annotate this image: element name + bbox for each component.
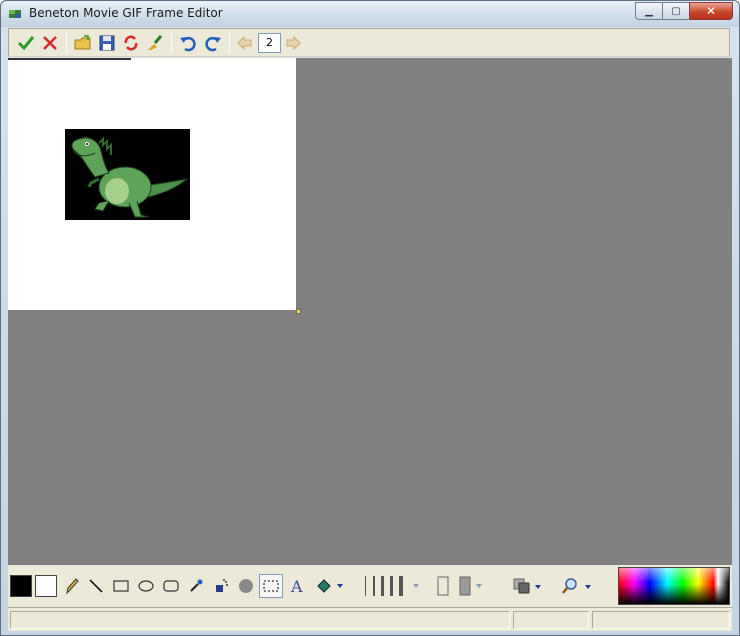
- prev-arrow-icon: [237, 35, 252, 51]
- canvas-top-line: [8, 58, 131, 60]
- status-panel-tertiary: [592, 611, 730, 629]
- layers-icon: [513, 578, 541, 594]
- rounded-rect-icon: [163, 580, 179, 592]
- fill-style-icon: [437, 576, 482, 596]
- zoom-dropdown[interactable]: [561, 574, 595, 598]
- clear-brush-icon: [148, 35, 163, 50]
- palette-overlay: [619, 568, 729, 604]
- accept-button[interactable]: [15, 33, 37, 53]
- canvas-resize-handle[interactable]: [296, 309, 301, 314]
- dinosaur-image: [71, 136, 189, 218]
- status-bar: [8, 607, 732, 631]
- maximize-icon: ▢: [671, 5, 681, 17]
- undo-button[interactable]: [177, 33, 199, 53]
- editor-window: Beneton Movie GIF Frame Editor ▁ ▢ ✕ 2 A: [0, 0, 740, 636]
- layers-dropdown[interactable]: [511, 574, 545, 598]
- rectangle-tool[interactable]: [110, 574, 132, 598]
- spray-icon: [216, 579, 228, 592]
- cancel-button[interactable]: [39, 33, 61, 53]
- line-icon: [89, 579, 103, 593]
- text-tool[interactable]: A: [286, 574, 308, 598]
- rectangle-icon: [113, 580, 129, 592]
- spray-tool[interactable]: [210, 574, 232, 598]
- window-controls: ▁ ▢ ✕: [635, 2, 733, 20]
- brush-tool[interactable]: [235, 574, 257, 598]
- reload-button[interactable]: [120, 33, 142, 53]
- pencil-icon: [66, 578, 79, 595]
- zoom-icon: [562, 578, 591, 594]
- close-icon: ✕: [705, 4, 717, 18]
- drawing-canvas[interactable]: [8, 58, 296, 310]
- toolbar-separator: [171, 33, 172, 53]
- fill-bucket-icon: [317, 579, 343, 593]
- redo-icon: [205, 36, 221, 52]
- window-title: Beneton Movie GIF Frame Editor: [29, 6, 223, 20]
- previous-frame-button[interactable]: [234, 33, 256, 53]
- line-width-dropdown[interactable]: [363, 574, 425, 598]
- status-panel-secondary: [513, 611, 589, 629]
- toolbar-separator: [66, 33, 67, 53]
- eyedropper-tool[interactable]: [186, 574, 206, 598]
- next-frame-button[interactable]: [282, 33, 304, 53]
- frame-number-field[interactable]: 2: [258, 33, 281, 53]
- open-folder-icon: [74, 35, 91, 50]
- line-width-icon: [365, 576, 419, 596]
- maximize-button[interactable]: ▢: [662, 2, 689, 20]
- save-icon: [99, 35, 115, 51]
- close-button[interactable]: ✕: [689, 2, 733, 20]
- cancel-icon: [43, 36, 57, 50]
- undo-icon: [180, 36, 196, 52]
- rounded-rectangle-tool[interactable]: [160, 574, 182, 598]
- circle-brush-icon: [239, 579, 253, 593]
- ellipse-tool[interactable]: [135, 574, 157, 598]
- fill-tool-dropdown[interactable]: [312, 574, 348, 598]
- ellipse-icon: [138, 580, 154, 592]
- svg-text:A: A: [290, 577, 303, 595]
- canvas-area[interactable]: [8, 58, 732, 565]
- fill-style-dropdown[interactable]: [436, 574, 488, 598]
- drawing-toolbar: A: [8, 565, 732, 607]
- open-button[interactable]: [72, 33, 94, 53]
- check-icon: [17, 36, 35, 51]
- pencil-tool[interactable]: [62, 574, 82, 598]
- next-arrow-icon: [286, 35, 301, 51]
- app-icon: [9, 10, 21, 18]
- minimize-button[interactable]: ▁: [635, 2, 662, 20]
- minimize-icon: ▁: [645, 5, 653, 17]
- refresh-icon: [124, 35, 138, 51]
- eyedropper-icon: [190, 579, 203, 592]
- save-button[interactable]: [96, 33, 118, 53]
- title-bar[interactable]: Beneton Movie GIF Frame Editor ▁ ▢ ✕: [1, 1, 739, 27]
- status-panel-main: [10, 611, 510, 629]
- main-toolbar: 2: [8, 28, 730, 57]
- text-icon: A: [290, 577, 303, 595]
- selection-icon: [263, 580, 279, 592]
- foreground-color-swatch[interactable]: [10, 575, 32, 597]
- background-color-swatch[interactable]: [35, 575, 57, 597]
- line-tool[interactable]: [86, 574, 106, 598]
- toolbar-separator: [229, 33, 230, 53]
- clear-button[interactable]: [144, 33, 166, 53]
- frame-image[interactable]: [65, 129, 190, 220]
- selection-tool[interactable]: [259, 574, 283, 598]
- color-palette[interactable]: [618, 567, 730, 605]
- redo-button[interactable]: [202, 33, 224, 53]
